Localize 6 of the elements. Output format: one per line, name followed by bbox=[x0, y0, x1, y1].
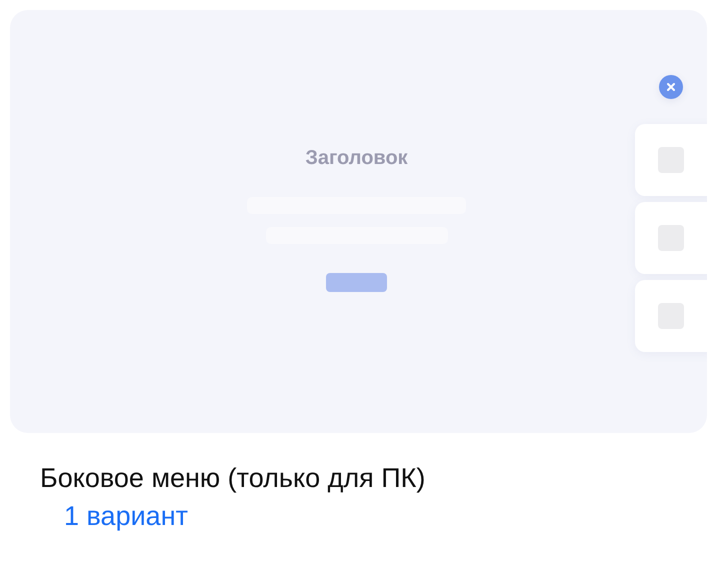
variant-count: 1 вариант bbox=[64, 501, 189, 532]
caption-title: Боковое меню (только для ПК) bbox=[40, 463, 426, 494]
close-button[interactable] bbox=[659, 75, 683, 99]
preview-title: Заголовок bbox=[305, 147, 408, 171]
close-icon bbox=[666, 82, 676, 92]
preview-button[interactable] bbox=[326, 273, 387, 292]
